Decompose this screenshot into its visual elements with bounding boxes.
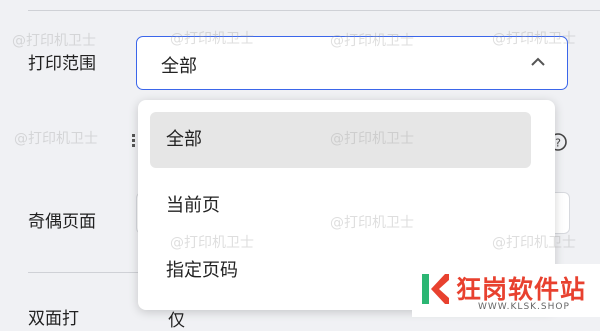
brand-k-icon (422, 274, 449, 304)
mid-divider (28, 272, 138, 273)
brand-logo: 狂岗软件站 WWW.KLSK.SHOP (412, 264, 600, 317)
odd-even-label: 奇偶页面 (28, 212, 96, 232)
svg-text:?: ? (555, 137, 561, 150)
brand-name: 狂岗软件站 (456, 275, 587, 304)
print-range-select[interactable]: 全部 (136, 36, 568, 90)
top-divider (28, 10, 600, 11)
brand-url: WWW.KLSK.SHOP (478, 302, 570, 312)
chevron-up-icon (531, 57, 545, 66)
option-bullet (132, 139, 135, 142)
print-range-value: 全部 (161, 56, 197, 77)
print-range-label: 打印范围 (28, 54, 96, 74)
watermark: @打印机卫士 (14, 131, 98, 147)
option-current-page[interactable]: 当前页 (150, 178, 531, 234)
watermark: @打印机卫士 (12, 33, 96, 49)
option-all[interactable]: 全部 (150, 112, 531, 168)
